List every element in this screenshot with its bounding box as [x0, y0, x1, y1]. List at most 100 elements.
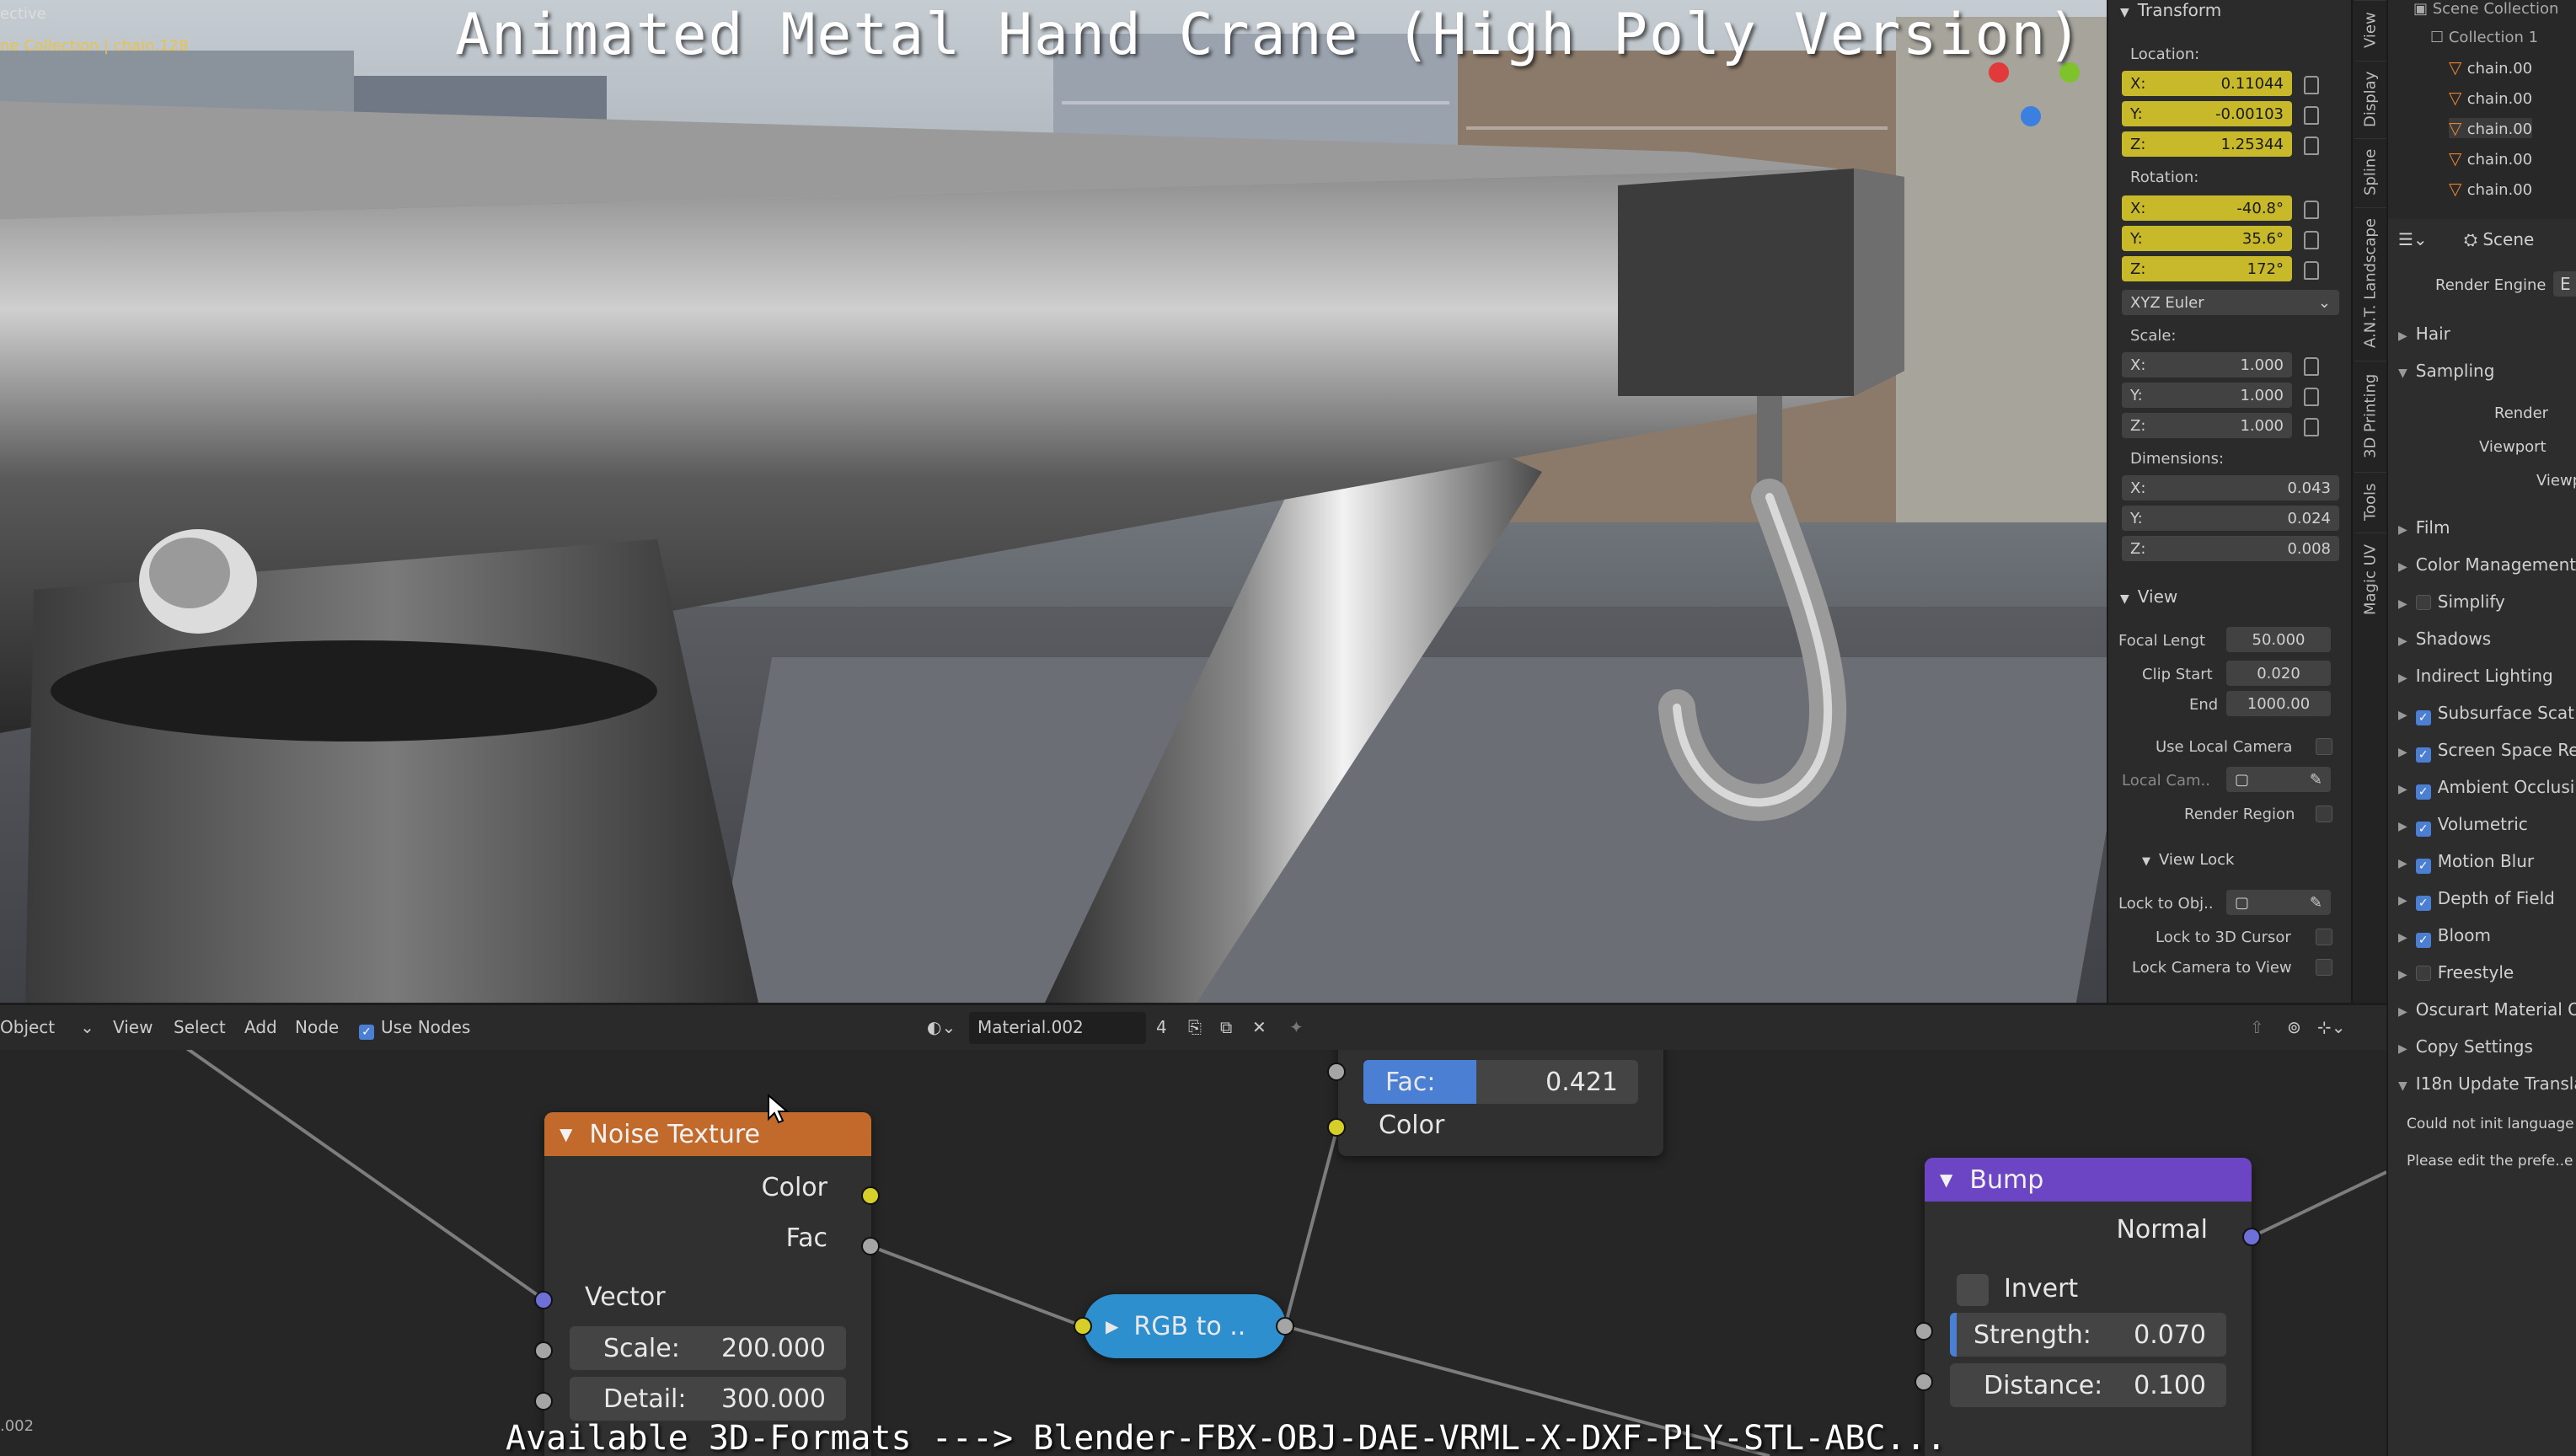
panel-copy-settings[interactable]: ▶ Copy Settings [2398, 1036, 2533, 1057]
panel-depth-of-field[interactable]: ▶ ✓ Depth of Field [2398, 888, 2555, 911]
3d-viewport[interactable]: ective ne Collection | chain.128 Animate… [0, 0, 2107, 1003]
use-nodes-toggle[interactable]: ✓ Use Nodes [359, 1017, 470, 1040]
rotation-z-field[interactable]: Z: 172° [2122, 256, 2292, 281]
noise-fac-output-socket[interactable] [861, 1237, 880, 1255]
rgb-to-bw-output-socket[interactable] [1276, 1317, 1294, 1336]
unlink-material-icon[interactable]: ✕ [1252, 1017, 1267, 1037]
lock-icon[interactable] [2304, 357, 2319, 376]
panel-hair[interactable]: ▶ Hair [2398, 324, 2450, 344]
transform-header[interactable]: ▼ Transform [2120, 0, 2221, 20]
eyedropper-icon[interactable]: ✎ [2310, 771, 2322, 789]
color-input-socket[interactable] [1327, 1118, 1346, 1137]
bump-normal-output-socket[interactable] [2242, 1228, 2261, 1246]
tab-magic-uv[interactable]: Magic UV [2354, 533, 2386, 625]
strength-field[interactable]: Strength: 0.070 [1950, 1313, 2226, 1357]
lock-icon[interactable] [2304, 261, 2319, 280]
noise-scale-input-socket[interactable] [534, 1341, 553, 1360]
scale-z-field[interactable]: Z: 1.000 [2122, 413, 2292, 438]
material-users-count[interactable]: 4 [1156, 1017, 1167, 1037]
outliner-item[interactable]: ▽ chain.00 [2449, 57, 2532, 78]
panel-shadows[interactable]: ▶ Shadows [2398, 629, 2491, 649]
lock-icon[interactable] [2304, 136, 2319, 155]
eyedropper-icon[interactable]: ✎ [2310, 894, 2322, 912]
lock-to-cursor-checkbox[interactable] [2316, 929, 2332, 945]
lock-icon[interactable] [2304, 418, 2319, 436]
pin-icon[interactable]: ✦ [1289, 1017, 1304, 1037]
expand-icon[interactable]: ▶ [1106, 1316, 1118, 1336]
material-name-field[interactable]: Material.002 [969, 1012, 1146, 1044]
rotation-y-field[interactable]: Y: 35.6° [2122, 226, 2292, 251]
depth-of-field-checkbox[interactable]: ✓ [2415, 896, 2431, 911]
panel-color-management[interactable]: ▶ Color Management [2398, 554, 2576, 575]
noise-texture-header[interactable]: ▼ Noise Texture [544, 1112, 871, 1156]
local-camera-field[interactable]: ▢ ✎ [2226, 767, 2331, 792]
fake-user-icon[interactable]: ⎘ [1188, 1017, 1202, 1037]
view-lock-header[interactable]: ▼ View Lock [2142, 851, 2234, 869]
render-engine-dropdown[interactable]: E [2553, 271, 2576, 297]
panel-i18n[interactable]: ▼ I18n Update Transla [2398, 1073, 2576, 1094]
bloom-checkbox[interactable]: ✓ [2415, 933, 2431, 948]
freestyle-checkbox[interactable] [2415, 966, 2431, 981]
use-local-camera-checkbox[interactable] [2316, 738, 2332, 755]
panel-bloom[interactable]: ▶ ✓ Bloom [2398, 925, 2491, 948]
noise-vector-input-socket[interactable] [534, 1291, 553, 1309]
snap-icon[interactable]: ⊚ [2287, 1017, 2301, 1037]
gizmo-z-axis[interactable] [2021, 106, 2041, 126]
location-x-field[interactable]: X: 0.11044 [2122, 71, 2292, 96]
volumetric-checkbox[interactable]: ✓ [2415, 822, 2431, 837]
scale-x-field[interactable]: X: 1.000 [2122, 352, 2292, 377]
mix-node[interactable]: Fac: 0.421 Color [1338, 1050, 1663, 1156]
outliner-item-selected[interactable]: ▽ chain.00 [2449, 118, 2533, 138]
noise-scale-field[interactable]: Scale: 200.000 [570, 1326, 846, 1370]
lock-to-object-field[interactable]: ▢ ✎ [2226, 890, 2331, 915]
panel-sampling[interactable]: ▼ Sampling [2398, 361, 2494, 381]
motion-blur-checkbox[interactable]: ✓ [2415, 859, 2431, 874]
lock-icon[interactable] [2304, 231, 2319, 249]
strength-input-socket[interactable] [1915, 1322, 1933, 1341]
parent-node-tree-icon[interactable]: ⇧ [2250, 1017, 2264, 1037]
invert-checkbox[interactable] [1957, 1274, 1989, 1306]
collapse-icon[interactable]: ▼ [1940, 1170, 1952, 1190]
panel-indirect-lighting[interactable]: ▶ Indirect Lighting [2398, 666, 2553, 686]
snap-mode-icon[interactable]: ⊹⌄ [2317, 1017, 2346, 1037]
outliner-collection[interactable]: ☐ Collection 1 [2430, 29, 2538, 46]
dimensions-y-field[interactable]: Y: 0.024 [2122, 506, 2339, 531]
tab-scene[interactable]: ⛭ Scene [2464, 229, 2534, 249]
dimensions-x-field[interactable]: X: 0.043 [2122, 475, 2339, 500]
use-nodes-checkbox[interactable]: ✓ [359, 1025, 374, 1040]
tab-display[interactable]: Display [2354, 61, 2386, 136]
rgb-to-bw-node[interactable]: ▶ RGB to .. [1084, 1294, 1286, 1358]
menu-view[interactable]: View [113, 1017, 153, 1037]
fac-input-socket[interactable] [1327, 1063, 1346, 1081]
clip-end-field[interactable]: 1000.00 [2226, 691, 2331, 716]
rgb-to-bw-input-socket[interactable] [1074, 1317, 1092, 1336]
tab-ant-landscape[interactable]: A.N.T. Landscape [2354, 207, 2386, 359]
scale-y-field[interactable]: Y: 1.000 [2122, 383, 2292, 408]
panel-motion-blur[interactable]: ▶ ✓ Motion Blur [2398, 851, 2534, 874]
tab-3d-printing[interactable]: 3D Printing [2354, 361, 2386, 470]
lock-icon[interactable] [2304, 106, 2319, 125]
outliner-item[interactable]: ▽ chain.00 [2449, 88, 2532, 108]
menu-add[interactable]: Add [244, 1017, 277, 1037]
fac-slider[interactable]: Fac: 0.421 [1363, 1060, 1638, 1104]
panel-subsurface[interactable]: ▶ ✓ Subsurface Scat [2398, 703, 2574, 725]
panel-simplify[interactable]: ▶ Simplify [2398, 592, 2505, 612]
outliner-item[interactable]: ▽ chain.00 [2449, 179, 2532, 199]
distance-input-socket[interactable] [1915, 1373, 1933, 1391]
panel-freestyle[interactable]: ▶ Freestyle [2398, 962, 2514, 982]
simplify-checkbox[interactable] [2415, 595, 2431, 610]
render-region-checkbox[interactable] [2316, 806, 2332, 822]
noise-detail-field[interactable]: Detail: 300.000 [570, 1377, 846, 1421]
subsurface-checkbox[interactable]: ✓ [2415, 710, 2431, 725]
rotation-x-field[interactable]: X: -40.8° [2122, 195, 2292, 221]
menu-select[interactable]: Select [174, 1017, 226, 1037]
noise-texture-node[interactable]: ▼ Noise Texture Color Fac Vector Scale: 20… [544, 1112, 871, 1456]
outliner-scene-collection[interactable]: ▣ Scene Collection [2413, 0, 2558, 18]
panel-oscurart[interactable]: ▶ Oscurart Material O [2398, 999, 2576, 1020]
lock-icon[interactable] [2304, 388, 2319, 406]
panel-screen-space[interactable]: ▶ ✓ Screen Space Re [2398, 740, 2576, 763]
crane-model[interactable] [0, 0, 2107, 1003]
tab-tools[interactable]: Tools [2354, 472, 2386, 531]
collapse-icon[interactable]: ▼ [560, 1124, 572, 1144]
clip-start-field[interactable]: 0.020 [2226, 661, 2331, 686]
